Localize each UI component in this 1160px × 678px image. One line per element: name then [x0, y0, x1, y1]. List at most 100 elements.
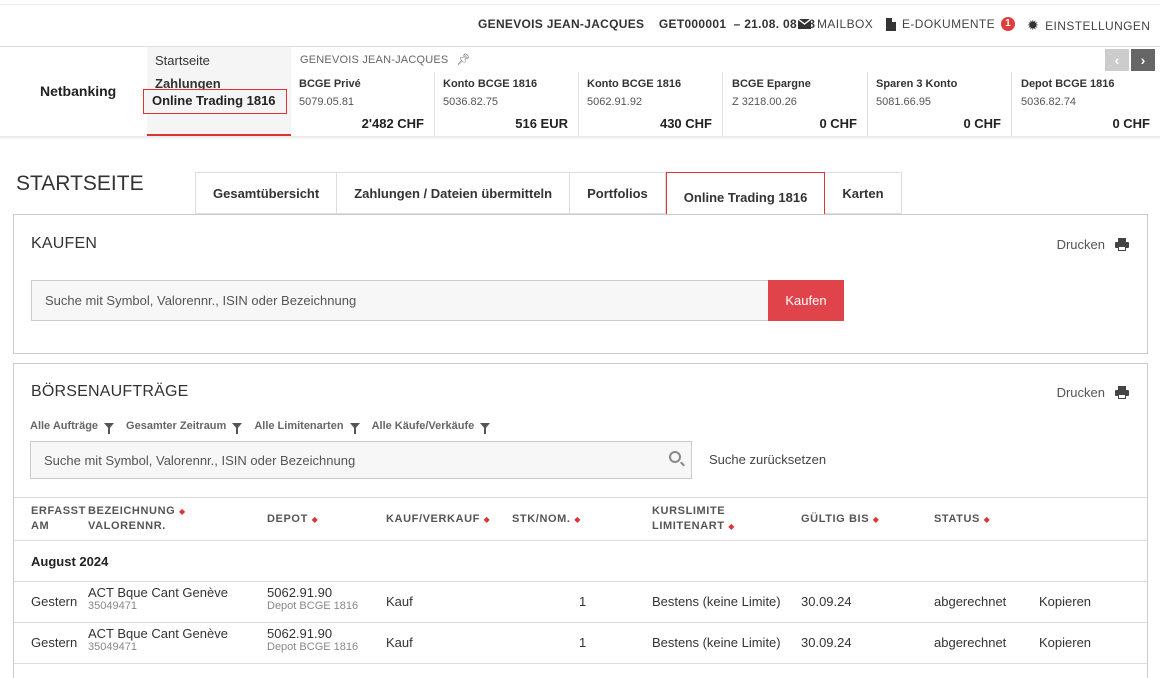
row-copy-link[interactable]: Kopieren — [1039, 594, 1091, 609]
settings-link[interactable]: ✹ EINSTELLUNGEN — [1027, 17, 1150, 34]
col-kauf-verkauf-label: KAUF/VERKAUF — [386, 513, 480, 525]
account-card[interactable]: Konto BCGE 1816 5062.91.92 430 CHF — [579, 72, 723, 136]
row-type: Kauf — [386, 594, 413, 609]
orders-search-input[interactable]: Suche mit Symbol, Valorennr., ISIN oder … — [30, 441, 692, 479]
row-security-name: ACT Bque Cant Genève — [88, 585, 228, 600]
envelope-icon — [798, 19, 811, 29]
col-status[interactable]: STATUS ◆ — [934, 512, 990, 527]
account-card[interactable]: Konto BCGE 1816 5036.82.75 516 EUR — [435, 72, 579, 136]
row-qty: 1 — [579, 594, 587, 609]
account-balance: 2'482 CHF — [361, 116, 424, 131]
col-gueltig-bis[interactable]: GÜLTIG BIS ◆ — [801, 512, 880, 527]
account-card[interactable]: Depot BCGE 1816 5036.82.74 0 CHF — [1013, 72, 1160, 136]
account-name: BCGE Privé — [299, 78, 361, 90]
filter-icon — [480, 423, 491, 434]
orders-panel: BÖRSENAUFTRÄGE Drucken Alle Aufträge Ges… — [13, 363, 1148, 678]
sort-icon: ◆ — [983, 515, 991, 524]
account-owner: GENEVOIS JEAN-JACQUES 📌︎ — [300, 53, 471, 67]
main-nav: Startseite Zahlungen Online Trading 1816 — [143, 47, 291, 137]
row-security[interactable]: ACT Bque Cant Genève 35049471 — [88, 585, 228, 612]
search-icon[interactable] — [669, 451, 681, 463]
row-depot-number: 5062.91.90 — [267, 585, 333, 600]
kaufen-button[interactable]: Kaufen — [768, 280, 844, 321]
col-stk-nom[interactable]: STK/NOM. ◆ — [512, 512, 581, 527]
tab-zahlungen[interactable]: Zahlungen / Dateien übermitteln — [337, 172, 571, 214]
row-limit: Bestens (keine Limite) — [652, 635, 781, 650]
user-name: GENEVOIS JEAN-JACQUES — [478, 17, 645, 31]
kaufen-panel: KAUFEN Drucken Suche mit Symbol, Valoren… — [13, 214, 1148, 354]
header-shadow — [0, 136, 1160, 140]
account-balance: 0 CHF — [963, 116, 1001, 131]
reset-search-link[interactable]: Suche zurücksetzen — [709, 452, 826, 467]
account-name: Konto BCGE 1816 — [443, 78, 538, 90]
top-bar: GENEVOIS JEAN-JACQUES GET000001 – 21.08.… — [0, 0, 1160, 46]
col-stk-nom-label: STK/NOM. — [512, 513, 571, 525]
account-card[interactable]: BCGE Epargne Z 3218.00.26 0 CHF — [724, 72, 868, 136]
row-status: abgerechnet — [934, 635, 1007, 650]
account-card[interactable]: BCGE Privé 5079.05.81 2'482 CHF — [291, 72, 435, 136]
tab-karten[interactable]: Karten — [825, 172, 902, 214]
nav-startseite[interactable]: Startseite — [155, 53, 210, 68]
filter-limitenarten[interactable]: Alle Limitenarten — [254, 420, 360, 434]
account-balance: 430 CHF — [659, 116, 712, 131]
filter-kaeufe-verkaeufe[interactable]: Alle Käufe/Verkäufe — [371, 420, 491, 434]
table-row[interactable]: Gestern ACT Bque Cant Genève 35049471 50… — [14, 623, 1147, 664]
notification-badge: 1 — [1001, 17, 1016, 31]
filter-icon — [349, 423, 360, 434]
col-erfasst-line1: ERFASST — [31, 505, 86, 517]
col-bezeichnung-line1: BEZEICHNUNG — [88, 505, 176, 517]
table-row[interactable]: Gestern ACT Bque Cant Genève 35049471 50… — [14, 582, 1147, 623]
gear-icon: ✹ — [1027, 17, 1040, 33]
account-card[interactable]: Sparen 3 Konto 5081.66.95 0 CHF — [868, 72, 1012, 136]
col-kauf-verkauf[interactable]: KAUF/VERKAUF ◆ — [386, 512, 490, 527]
mailbox-link[interactable]: MAILBOX — [798, 17, 873, 31]
kaufen-print-link[interactable]: Drucken — [1057, 237, 1129, 252]
settings-label: EINSTELLUNGEN — [1045, 18, 1151, 33]
account-carousel-controls: ‹ › — [1105, 49, 1155, 71]
sort-icon: ◆ — [483, 515, 491, 524]
tab-portfolios[interactable]: Portfolios — [570, 172, 666, 214]
col-kurslimite[interactable]: KURSLIMITE LIMITENART ◆ — [652, 504, 735, 534]
col-erfasst[interactable]: ERFASST AM — [31, 504, 86, 534]
print-label: Drucken — [1056, 237, 1105, 252]
row-copy-link[interactable]: Kopieren — [1039, 635, 1091, 650]
account-balance: 516 EUR — [515, 116, 568, 131]
filter-label: Alle Limitenarten — [254, 420, 344, 432]
tab-gesamtuebersicht[interactable]: Gesamtübersicht — [195, 172, 338, 214]
row-valid-until: 30.09.24 — [801, 594, 852, 609]
col-depot[interactable]: DEPOT ◆ — [267, 512, 318, 527]
nav-online-trading[interactable]: Online Trading 1816 — [143, 89, 287, 114]
row-qty: 1 — [579, 635, 587, 650]
filter-zeitraum[interactable]: Gesamter Zeitraum — [126, 420, 243, 434]
account-number: 5062.91.92 — [587, 96, 643, 108]
account-balance: 0 CHF — [1112, 116, 1150, 131]
orders-search-placeholder: Suche mit Symbol, Valorennr., ISIN oder … — [44, 453, 356, 468]
order-filters: Alle Aufträge Gesamter Zeitraum Alle Lim… — [30, 420, 491, 434]
kaufen-search-input[interactable]: Suche mit Symbol, Valorennr., ISIN oder … — [31, 280, 769, 321]
row-depot-number: 5062.91.90 — [267, 626, 333, 641]
chevron-right-icon[interactable]: › — [1131, 49, 1155, 71]
account-name: BCGE Epargne — [732, 78, 811, 90]
account-number: 5079.05.81 — [299, 96, 355, 108]
page-title: STARTSEITE — [16, 172, 144, 195]
col-depot-label: DEPOT — [267, 513, 308, 525]
mailbox-label: MAILBOX — [817, 17, 874, 31]
pin-icon[interactable]: 📌︎ — [456, 53, 470, 66]
row-date: Gestern — [31, 594, 78, 609]
row-depot-name: Depot BCGE 1816 — [267, 600, 359, 612]
sort-icon: ◆ — [728, 522, 736, 531]
edokumente-link[interactable]: E-DOKUMENTE 1 — [886, 17, 1016, 31]
row-valor: 35049471 — [88, 600, 137, 612]
orders-table-header: ERFASST AM BEZEICHNUNG ◆ VALORENNR. DEPO… — [14, 497, 1147, 541]
account-name: Konto BCGE 1816 — [587, 78, 682, 90]
edokumente-label: E-DOKUMENTE — [902, 17, 996, 31]
filter-label: Alle Käufe/Verkäufe — [371, 420, 475, 432]
sort-icon: ◆ — [178, 507, 186, 516]
row-security[interactable]: ACT Bque Cant Genève 35049471 — [88, 626, 228, 653]
filter-auftraege[interactable]: Alle Aufträge — [30, 420, 115, 434]
col-bezeichnung[interactable]: BEZEICHNUNG ◆ VALORENNR. — [88, 504, 186, 534]
group-header: August 2024 — [14, 541, 1147, 582]
row-limit: Bestens (keine Limite) — [652, 594, 781, 609]
chevron-left-icon[interactable]: ‹ — [1105, 49, 1129, 71]
orders-print-link[interactable]: Drucken — [1057, 385, 1129, 400]
